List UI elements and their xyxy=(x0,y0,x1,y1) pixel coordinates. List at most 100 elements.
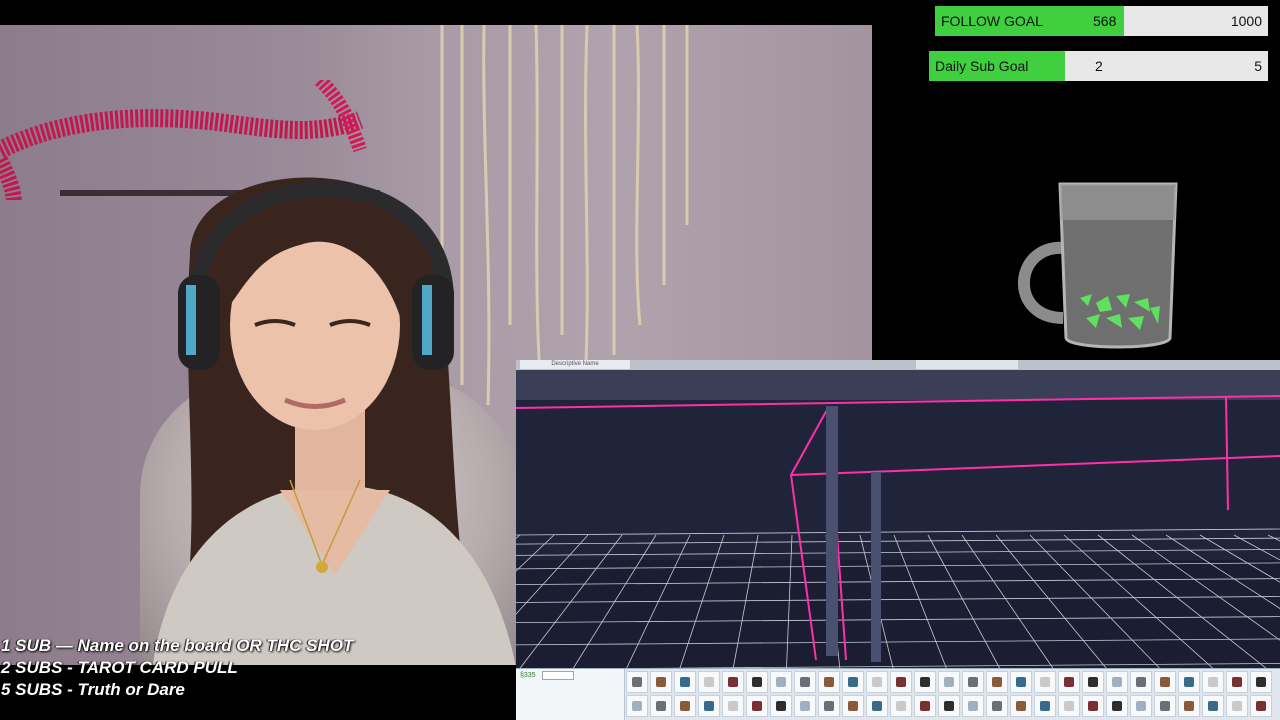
catalog-item[interactable] xyxy=(1202,695,1224,717)
catalog-item-icon xyxy=(920,677,930,687)
catalog-item-icon xyxy=(992,677,1002,687)
catalog-item-icon xyxy=(1136,677,1146,687)
catalog-item-icon xyxy=(992,701,1002,711)
catalog-item[interactable] xyxy=(770,695,792,717)
catalog-item[interactable] xyxy=(1034,695,1056,717)
catalog-item[interactable] xyxy=(1250,695,1272,717)
catalog-item[interactable] xyxy=(1082,671,1104,693)
catalog-item-icon xyxy=(776,677,786,687)
catalog-item[interactable] xyxy=(986,671,1008,693)
catalog-item[interactable] xyxy=(1106,671,1128,693)
catalog-item[interactable] xyxy=(1058,695,1080,717)
catalog-item-icon xyxy=(656,677,666,687)
catalog-item[interactable] xyxy=(650,695,672,717)
catalog-item[interactable] xyxy=(1034,671,1056,693)
catalog-item-icon xyxy=(1088,677,1098,687)
catalog-item[interactable] xyxy=(1058,671,1080,693)
catalog-item[interactable] xyxy=(1082,695,1104,717)
catalog-item[interactable] xyxy=(1010,695,1032,717)
build-viewport[interactable] xyxy=(516,360,1280,720)
catalog-item[interactable] xyxy=(626,695,648,717)
catalog-item[interactable] xyxy=(938,695,960,717)
catalog-item[interactable] xyxy=(722,695,744,717)
catalog-item-icon xyxy=(1184,677,1194,687)
catalog-item[interactable] xyxy=(866,695,888,717)
catalog-item[interactable] xyxy=(1106,695,1128,717)
catalog-item[interactable] xyxy=(674,671,696,693)
catalog-item-icon xyxy=(1256,701,1266,711)
catalog-item-icon xyxy=(728,701,738,711)
catalog-item[interactable] xyxy=(1226,695,1248,717)
catalog-item[interactable] xyxy=(1130,671,1152,693)
catalog-item-icon xyxy=(728,677,738,687)
catalog-item-icon xyxy=(1088,701,1098,711)
catalog-item-icon xyxy=(1040,701,1050,711)
catalog-item-icon xyxy=(848,677,858,687)
catalog-item[interactable] xyxy=(866,671,888,693)
daily-sub-goal-bar: Daily Sub Goal 5 2 xyxy=(929,51,1268,81)
catalog-item[interactable] xyxy=(938,671,960,693)
catalog-item-icon xyxy=(752,677,762,687)
catalog-item-icon xyxy=(1040,677,1050,687)
catalog-item[interactable] xyxy=(698,671,720,693)
daily-sub-goal-target: 5 xyxy=(1254,58,1262,74)
catalog-item[interactable] xyxy=(1154,695,1176,717)
catalog-item[interactable] xyxy=(770,671,792,693)
catalog-item[interactable] xyxy=(890,671,912,693)
catalog-item[interactable] xyxy=(794,671,816,693)
catalog-item[interactable] xyxy=(890,695,912,717)
catalog-item[interactable] xyxy=(818,671,840,693)
catalog-item[interactable] xyxy=(914,695,936,717)
catalog-item-icon xyxy=(1256,677,1266,687)
catalog-item[interactable] xyxy=(1178,695,1200,717)
reward-1-sub: 1 SUB — Name on the board OR THC SHOT xyxy=(1,636,354,655)
catalog-item[interactable] xyxy=(1178,671,1200,693)
catalog-item[interactable] xyxy=(842,671,864,693)
build-categories-panel[interactable]: §335 xyxy=(516,669,625,720)
catalog-item[interactable] xyxy=(914,671,936,693)
catalog-item[interactable] xyxy=(746,695,768,717)
catalog-item[interactable] xyxy=(626,671,648,693)
catalog-item[interactable] xyxy=(842,695,864,717)
catalog-item-icon xyxy=(1208,701,1218,711)
catalog-item-icon xyxy=(1112,701,1122,711)
lot-name-field[interactable]: Descriptive Name xyxy=(520,360,630,369)
catalog-item[interactable] xyxy=(746,671,768,693)
reward-2-subs: 2 SUBS - TAROT CARD PULL xyxy=(1,658,238,677)
catalog-item[interactable] xyxy=(650,671,672,693)
game-capture: Descriptive Name §335 xyxy=(516,360,1280,720)
catalog-item[interactable] xyxy=(794,695,816,717)
daily-sub-goal-current: 2 xyxy=(1095,58,1103,74)
catalog-item[interactable] xyxy=(986,695,1008,717)
catalog-item-icon xyxy=(944,677,954,687)
build-search-input[interactable] xyxy=(542,671,574,680)
household-funds: §335 xyxy=(520,672,536,679)
catalog-item-icon xyxy=(752,701,762,711)
catalog-item-icon xyxy=(968,701,978,711)
follow-goal-bar: FOLLOW GOAL 1000 568 xyxy=(935,6,1268,36)
catalog-item[interactable] xyxy=(674,695,696,717)
daily-sub-goal-label: Daily Sub Goal xyxy=(935,58,1029,74)
catalog-item[interactable] xyxy=(1226,671,1248,693)
sub-rewards-list: 1 SUB — Name on the board OR THC SHOT 2 … xyxy=(1,635,521,701)
reward-5-subs: 5 SUBS - Truth or Dare xyxy=(1,680,185,699)
catalog-item[interactable] xyxy=(1010,671,1032,693)
catalog-item[interactable] xyxy=(1250,671,1272,693)
catalog-item[interactable] xyxy=(1130,695,1152,717)
catalog-item-icon xyxy=(896,701,906,711)
catalog-item[interactable] xyxy=(962,695,984,717)
catalog-item-icon xyxy=(1064,701,1074,711)
catalog-item-icon xyxy=(1232,701,1242,711)
catalog-item[interactable] xyxy=(1154,671,1176,693)
catalog-item[interactable] xyxy=(722,671,744,693)
catalog-item-icon xyxy=(872,677,882,687)
catalog-item[interactable] xyxy=(818,695,840,717)
follow-goal-track: 1000 xyxy=(1124,6,1268,36)
catalog-item[interactable] xyxy=(698,695,720,717)
catalog-item[interactable] xyxy=(1202,671,1224,693)
catalog-item-icon xyxy=(800,677,810,687)
catalog-item-icon xyxy=(920,701,930,711)
catalog-item[interactable] xyxy=(962,671,984,693)
view-tools[interactable] xyxy=(916,360,1018,369)
catalog-item-icon xyxy=(824,677,834,687)
